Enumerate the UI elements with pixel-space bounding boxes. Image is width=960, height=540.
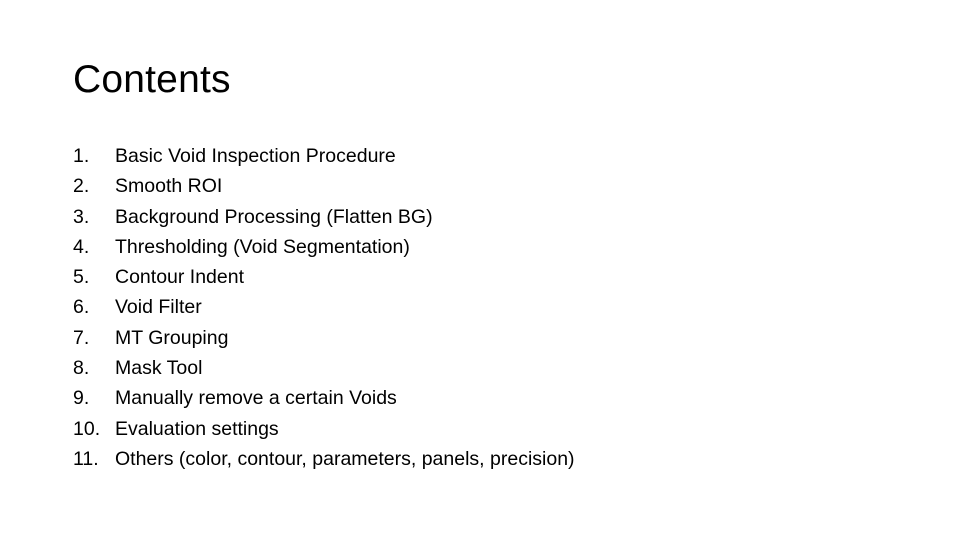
item-label: Contour Indent [115,266,245,289]
item-number: 3. [73,205,90,228]
item-label: Thresholding (Void Segmentation) [115,235,410,258]
item-label: Background Processing (Flatten BG) [115,205,433,228]
list-item: 5. Contour Indent [73,263,575,293]
item-label: Mask Tool [115,357,203,380]
list-item: 9. Manually remove a certain Voids [73,384,575,414]
list-item: 10. Evaluation settings [73,415,575,445]
list-item: 6. Void Filter [73,293,575,323]
list-item: 7. MT Grouping [73,324,575,354]
item-label: Smooth ROI [115,175,223,198]
list-item: 8. Mask Tool [73,354,575,384]
list-item: 4. Thresholding (Void Segmentation) [73,233,575,263]
item-label: MT Grouping [115,326,229,349]
list-item: 2. Smooth ROI [73,172,575,202]
item-number: 4. [73,235,90,258]
item-number: 7. [73,326,90,349]
item-number: 2. [73,175,90,198]
item-label: Evaluation settings [115,417,279,440]
contents-list: 1. Basic Void Inspection Procedure 2. Smoo… [73,142,575,475]
item-number: 9. [73,387,90,410]
item-number: 1. [73,145,90,167]
list-item: 3. Background Processing (Flatten BG) [73,203,575,233]
item-number: 10. [73,417,101,440]
item-label: Manually remove a certain Voids [115,387,397,410]
list-item: 1. Basic Void Inspection Procedure [73,142,575,172]
item-number: 11. [73,447,99,470]
item-number: 5. [73,266,90,289]
item-number: 6. [73,296,90,319]
slide: Contents 1. Basic Void Inspection Procedu… [0,0,960,540]
list-item: 11. Others (color, contour, parameters, p… [73,445,575,475]
item-label: Void Filter [115,296,202,319]
item-number: 8. [73,357,90,380]
slide-title: Contents [73,58,231,101]
item-label: Others (color, contour, parameters, pane… [115,447,575,470]
item-label: Basic Void Inspection Procedure [115,145,396,167]
